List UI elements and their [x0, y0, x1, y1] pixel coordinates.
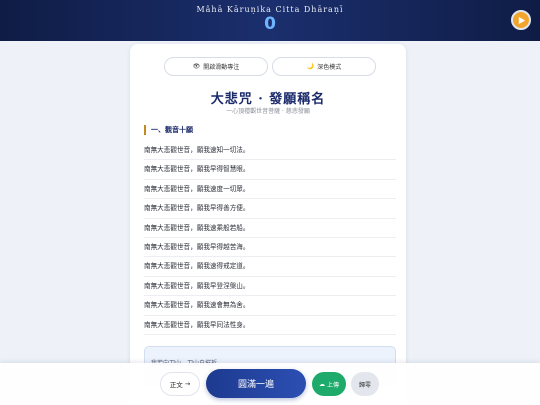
- play-icon: [518, 16, 525, 24]
- vow-line: 南無大悲觀世音，願我速得戒定道。: [144, 257, 396, 277]
- app-title: Mâhā Kāruṇika Citta Dhāraṇī: [196, 5, 344, 14]
- vow-line: 南無大悲觀世音，願我早登涅槃山。: [144, 277, 396, 297]
- page-title: 大悲咒 · 發願稱名: [210, 92, 326, 107]
- vow-line: 南無大悲觀世音，願我早得越苦海。: [144, 238, 396, 258]
- vow-line: 南無大悲觀世音，願我速度一切眾。: [144, 180, 396, 200]
- complete-recitation-button[interactable]: 圓滿一遍: [206, 369, 306, 398]
- eye-icon: 👁: [192, 63, 201, 70]
- vow-line: 南無大悲觀世音，願我速乘般若船。: [144, 219, 396, 238]
- recitation-counter: 0: [264, 14, 276, 34]
- scroll-focus-label: 開啟滑動專注: [203, 64, 240, 71]
- vow-line: 南無大悲觀世音，願我速會無為舍。: [144, 296, 396, 316]
- upload-button[interactable]: ☁ 上傳: [312, 372, 346, 396]
- bottom-action-bar: 正文 → 圓滿一遍 ☁ 上傳 歸零: [0, 363, 540, 405]
- vow-line: 南無大悲觀世音，願我早得善方便。: [144, 199, 396, 219]
- vow-card: 👁 開啟滑動專注 🌙 深色模式 大悲咒 · 發願稱名 一心頂禮觀世音菩薩 · 慈…: [130, 44, 406, 405]
- dark-mode-toggle[interactable]: 🌙 深色模式: [272, 57, 376, 76]
- vow-line: 南無大悲觀世音，願我早同法性身。: [144, 316, 396, 335]
- cloud-icon: ☁: [318, 380, 325, 388]
- vow-list: 南無大悲觀世音，願我速知一切法。 南無大悲觀世音，願我早得智慧眼。 南無大悲觀世…: [144, 141, 396, 335]
- dark-mode-label: 深色模式: [317, 64, 342, 71]
- moon-icon: 🌙: [306, 63, 315, 70]
- page-subtitle: 一心頂禮觀世音菩薩 · 慈悲發願: [226, 108, 310, 115]
- app-header: Mâhā Kāruṇika Citta Dhāraṇī 0: [0, 0, 540, 41]
- section-heading: 一、觀音十願: [144, 125, 193, 135]
- scroll-focus-toggle[interactable]: 👁 開啟滑動專注: [164, 57, 268, 76]
- reset-button[interactable]: 歸零: [351, 372, 379, 396]
- play-button[interactable]: [511, 10, 531, 30]
- upload-label: 上傳: [326, 381, 339, 389]
- toggle-row: 👁 開啟滑動專注 🌙 深色模式: [164, 57, 376, 76]
- arrow-right-icon: →: [184, 380, 191, 388]
- text-button-label: 正文: [169, 381, 183, 389]
- text-button[interactable]: 正文 →: [160, 372, 200, 396]
- vow-line: 南無大悲觀世音，願我速知一切法。: [144, 141, 396, 161]
- vow-line: 南無大悲觀世音，願我早得智慧眼。: [144, 160, 396, 180]
